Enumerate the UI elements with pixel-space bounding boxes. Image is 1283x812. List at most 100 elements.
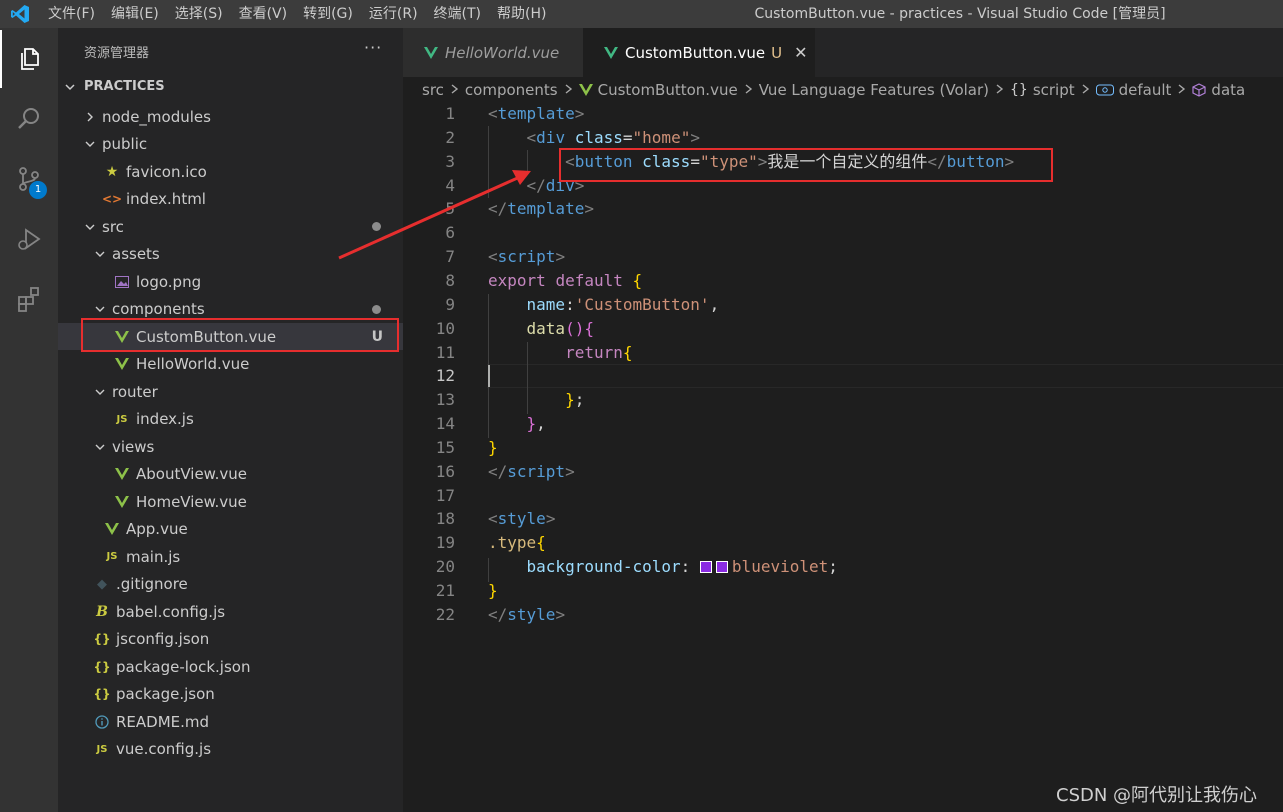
tree-file[interactable]: ◆ .gitignore [58, 571, 403, 598]
highlight-box-file [81, 318, 399, 352]
code-token: name [526, 294, 566, 314]
chevron-down-icon [65, 83, 75, 90]
tree-file[interactable]: HomeView.vue [58, 488, 403, 515]
code-token: > [584, 199, 594, 219]
tree-folder[interactable]: src [58, 213, 403, 240]
menu-item[interactable]: 查看(V) [231, 0, 296, 28]
code-line: 15} [403, 436, 1283, 460]
code-text: <div class="home"> [488, 126, 700, 150]
search-icon[interactable] [0, 90, 58, 148]
line-number: 9 [445, 294, 455, 314]
tree-file[interactable]: Bbabel.config.js [58, 598, 403, 625]
chevron-down-icon [94, 248, 106, 260]
code-token: > [555, 604, 566, 624]
tree-folder[interactable]: public [58, 131, 403, 158]
menu-item[interactable]: 运行(R) [361, 0, 426, 28]
run-debug-icon[interactable] [0, 210, 58, 268]
javascript-icon: JS [116, 413, 128, 425]
tree-file[interactable]: README.md [58, 708, 403, 735]
code-token: } [488, 437, 498, 457]
chevron-right-icon [744, 81, 753, 99]
tree-item-label: public [102, 135, 148, 153]
menu-item[interactable]: 帮助(H) [489, 0, 554, 28]
extensions-icon[interactable] [0, 270, 58, 328]
code-token: { [632, 270, 643, 290]
code-token: </ [488, 461, 508, 481]
vue-icon [104, 521, 120, 537]
menu-item[interactable]: 编辑(E) [103, 0, 167, 28]
tree-folder[interactable]: router [58, 378, 403, 405]
tree-file[interactable]: <> index.html [58, 186, 403, 213]
tree-item-label: vue.config.js [116, 740, 212, 758]
tree-folder[interactable]: views [58, 433, 403, 460]
code-line: 17 [403, 484, 1283, 508]
close-icon[interactable]: ✕ [794, 43, 807, 62]
code-token: style [497, 509, 546, 529]
tree-folder[interactable]: node_modules [58, 103, 403, 130]
tree-file[interactable]: JS vue.config.js [58, 736, 403, 763]
chevron-down-icon [94, 386, 106, 398]
breadcrumb-item[interactable]: src [422, 81, 444, 99]
tree-file[interactable]: App.vue [58, 516, 403, 543]
code-editor[interactable]: 1 <template> 2 <div class="home"> 3 <button… [403, 102, 1283, 812]
javascript-icon: JS [96, 743, 108, 755]
tab-helloworld[interactable]: HelloWorld.vue [403, 28, 583, 77]
explorer-icon[interactable] [0, 30, 58, 88]
tree-file[interactable]: logo.png [58, 268, 403, 295]
code-line: 19 .type{ [403, 531, 1283, 555]
tree-file[interactable]: ★ favicon.ico [58, 158, 403, 185]
tree-item-label: README.md [116, 712, 210, 731]
breadcrumb-label: components [464, 81, 558, 99]
modified-dot-icon [372, 304, 381, 314]
tab-custombutton[interactable]: CustomButton.vue U ✕ [583, 28, 815, 77]
tree-item-label: package.json [116, 685, 215, 703]
tree-file[interactable]: {} package.json [58, 681, 403, 708]
tree-file[interactable]: {} jsconfig.json [58, 626, 403, 653]
chevron-down-icon [84, 138, 96, 150]
breadcrumb-item[interactable]: CustomButton.vue [578, 81, 738, 99]
breadcrumb-label: default [1118, 81, 1172, 99]
menu-item[interactable]: 终端(T) [426, 0, 489, 28]
code-token: template [507, 199, 585, 219]
tree-folder[interactable]: assets [58, 241, 403, 268]
workspace-root[interactable]: PRACTICES [64, 79, 165, 94]
menu-item[interactable]: 选择(S) [167, 0, 231, 28]
source-control-icon[interactable]: 1 [0, 150, 58, 208]
color-swatch-icon[interactable] [715, 561, 728, 574]
tree-file[interactable]: JS index.js [58, 406, 403, 433]
chevron-right-icon [1177, 81, 1186, 99]
code-token: { [536, 533, 546, 553]
tree-file[interactable]: JS main.js [58, 543, 403, 570]
code-token: default [555, 270, 623, 290]
breadcrumb-item[interactable]: data [1192, 81, 1245, 99]
menu-item[interactable]: 文件(F) [40, 0, 103, 28]
color-swatch-icon[interactable] [699, 561, 712, 574]
code-token: </ [488, 199, 508, 219]
code-token: } [565, 390, 575, 410]
code-token: { [622, 342, 633, 362]
line-number: 19 [435, 533, 455, 553]
code-token: </ [488, 604, 508, 624]
line-number: 15 [435, 437, 455, 457]
tree-file[interactable]: HelloWorld.vue [58, 351, 403, 378]
tree-item-label: AboutView.vue [136, 465, 247, 483]
vue-icon [114, 494, 130, 510]
line-number: 22 [435, 604, 455, 624]
more-actions-icon[interactable]: ··· [364, 38, 382, 57]
tree-file[interactable]: {} package-lock.json [58, 653, 403, 680]
tree-file[interactable]: AboutView.vue [58, 461, 403, 488]
breadcrumb-item[interactable]: Vue Language Features (Volar) [759, 81, 989, 99]
menu-item[interactable]: 转到(G) [295, 0, 361, 28]
code-text: name:'CustomButton', [488, 293, 720, 317]
code-token: < [526, 127, 537, 147]
tree-item-label: node_modules [102, 107, 211, 126]
breadcrumb-item[interactable]: {} script [1010, 81, 1075, 99]
vue-icon [423, 45, 439, 61]
breadcrumb-item[interactable]: components [465, 81, 558, 99]
code-token: , [536, 414, 546, 434]
breadcrumb-item[interactable]: default [1095, 81, 1172, 99]
code-token: return [565, 342, 623, 362]
